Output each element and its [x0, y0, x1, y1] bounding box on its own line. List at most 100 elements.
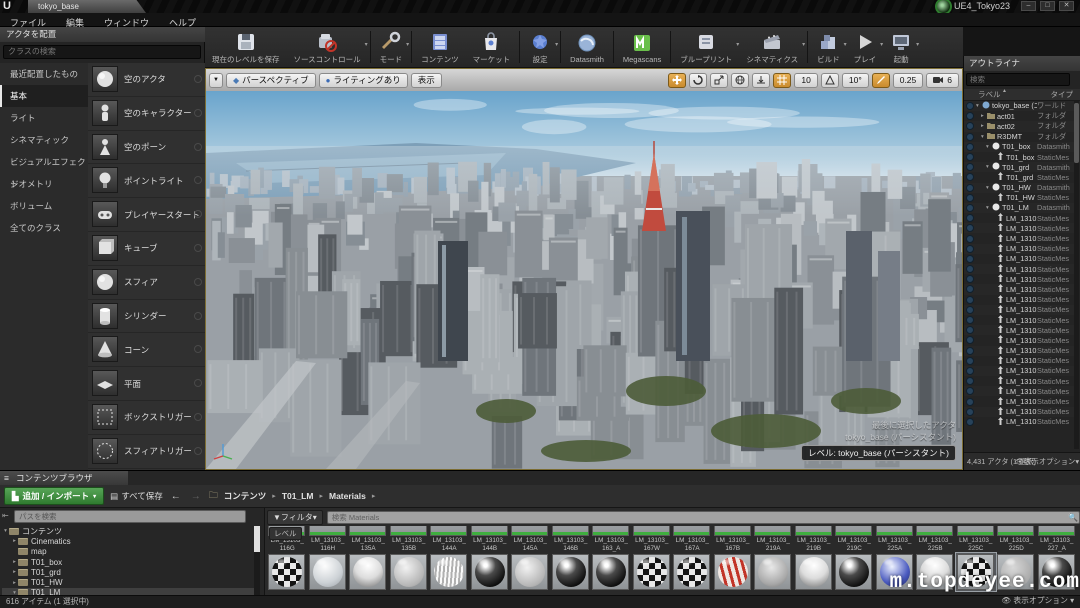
asset-116H[interactable]: LM_13103_116H	[308, 526, 349, 553]
asset-row2-10[interactable]	[672, 553, 713, 591]
asset-row2-0[interactable]	[267, 553, 308, 591]
asset-row2-11[interactable]	[713, 553, 754, 591]
asset-row2-8[interactable]	[591, 553, 632, 591]
place-actors-tab[interactable]: アクタを配置	[0, 27, 205, 42]
outliner-row[interactable]: LM_13101StaticMes	[964, 223, 1074, 233]
outliner-row[interactable]: ▾T01_LMDatasmith	[964, 203, 1074, 213]
expander-icon[interactable]: ▸	[11, 538, 18, 544]
outliner-row[interactable]: LM_13101StaticMes	[964, 254, 1074, 264]
category-6[interactable]: ボリューム	[0, 195, 88, 217]
outliner-row[interactable]: LM_13101StaticMes	[964, 295, 1074, 305]
breadcrumb-materials[interactable]: Materials	[329, 491, 366, 501]
viewport-options-dropdown[interactable]: ▼	[209, 73, 223, 88]
visibility-eye-icon[interactable]	[966, 265, 974, 273]
place-item-1[interactable]: 空のキャラクター	[88, 97, 205, 131]
chevron-down-icon[interactable]: ▾	[916, 41, 919, 48]
asset-227_A[interactable]: LM_13103_227_A	[1037, 526, 1078, 553]
visibility-eye-icon[interactable]	[966, 306, 974, 314]
close-button[interactable]: ✕	[1059, 1, 1074, 11]
visibility-eye-icon[interactable]	[966, 153, 974, 161]
folder-row-t01_hw[interactable]: ▸T01_HW	[2, 577, 257, 587]
world-space-button[interactable]	[731, 73, 749, 88]
toolbar-save-button[interactable]: 現在のレベルを保存	[205, 27, 287, 67]
asset-row2-6[interactable]	[510, 553, 551, 591]
move-tool-button[interactable]	[668, 73, 686, 88]
visibility-eye-icon[interactable]	[966, 326, 974, 334]
asset-219C[interactable]: LM_13103_219C	[834, 526, 875, 553]
visibility-eye-icon[interactable]	[966, 245, 974, 253]
outliner-row[interactable]: ▸act02フォルダ	[964, 121, 1074, 131]
toolbar-mode-button[interactable]: モード▾	[373, 27, 410, 67]
grid-snap-toggle[interactable]	[773, 73, 791, 88]
category-5[interactable]: ジオメトリ	[0, 173, 88, 195]
outliner-row[interactable]: ▾T01_HWDatasmith	[964, 183, 1074, 193]
toolbar-blueprint-button[interactable]: ブループリント▾	[673, 27, 739, 67]
asset-144B[interactable]: LM_13103_144B	[470, 526, 511, 553]
visibility-eye-icon[interactable]	[966, 347, 974, 355]
angle-snap-value[interactable]: 10°	[842, 73, 869, 88]
asset-search-input[interactable]: 検索 Materials	[327, 511, 1080, 524]
drag-handle-icon[interactable]	[194, 447, 202, 455]
outliner-row[interactable]: T01_grdStaticMes	[964, 172, 1074, 182]
asset-219A[interactable]: LM_13103_219A	[753, 526, 794, 553]
outliner-scrollbar[interactable]	[1074, 101, 1079, 449]
asset-145A[interactable]: LM_13103_145A	[510, 526, 551, 553]
drag-handle-icon[interactable]	[194, 312, 202, 320]
outliner-row[interactable]: LM_13101StaticMes	[964, 264, 1074, 274]
toolbar-play-button[interactable]: プレイ▾	[847, 27, 884, 67]
expander-icon[interactable]: ▸	[11, 569, 18, 575]
asset-167W[interactable]: LM_13103_167W	[632, 526, 673, 553]
visibility-eye-icon[interactable]	[966, 336, 974, 344]
outliner-row[interactable]: ▾R3DMTフォルダ	[964, 132, 1074, 142]
visibility-eye-icon[interactable]	[966, 285, 974, 293]
path-search-input[interactable]: パスを検索	[14, 510, 246, 523]
breadcrumb-t01lm[interactable]: T01_LM	[282, 491, 314, 501]
drag-handle-icon[interactable]	[194, 75, 202, 83]
visibility-eye-icon[interactable]	[966, 316, 974, 324]
drag-handle-icon[interactable]	[194, 413, 202, 421]
place-item-0[interactable]: 空のアクタ	[88, 63, 205, 97]
folder-row-コンテンツ[interactable]: ▾コンテンツ	[2, 526, 257, 536]
visibility-eye-icon[interactable]	[966, 102, 974, 110]
expander-icon[interactable]: ▸	[11, 559, 18, 565]
category-4[interactable]: ビジュアルエフェクト	[0, 151, 88, 173]
toolbar-build-button[interactable]: ビルド▾	[810, 27, 847, 67]
outliner-row[interactable]: ▾T01_boxDatasmith	[964, 142, 1074, 152]
chevron-down-icon[interactable]: ▾	[365, 41, 368, 48]
breadcrumb-content[interactable]: コンテンツ	[224, 490, 267, 502]
content-browser-tab[interactable]: ≡ コンテンツブラウザ	[0, 471, 128, 485]
viewport-scene[interactable]	[206, 91, 962, 469]
add-import-button[interactable]: ▙ 追加 / インポート▾	[4, 487, 104, 505]
drag-handle-icon[interactable]	[194, 379, 202, 387]
category-0[interactable]: 最近配置したもの	[0, 63, 88, 85]
visibility-eye-icon[interactable]	[966, 224, 974, 232]
outliner-row[interactable]: LM_13101StaticMes	[964, 396, 1074, 406]
outliner-row[interactable]: LM_13101StaticMes	[964, 376, 1074, 386]
asset-row2-14[interactable]	[834, 553, 875, 591]
place-item-8[interactable]: コーン	[88, 333, 205, 367]
asset-167A[interactable]: LM_13103_167A	[672, 526, 713, 553]
asset-225A[interactable]: LM_13103_225A	[875, 526, 916, 553]
folder-row-cinematics[interactable]: ▸Cinematics	[2, 536, 257, 546]
asset-row2-7[interactable]	[551, 553, 592, 591]
asset-135B[interactable]: LM_13103_135B	[389, 526, 430, 553]
folder-row-t01_grd[interactable]: ▸T01_grd	[2, 567, 257, 577]
grid-snap-value[interactable]: 10	[794, 73, 817, 88]
outliner-row[interactable]: LM_13101StaticMes	[964, 244, 1074, 254]
toolbar-megascans-button[interactable]: Megascans	[616, 27, 668, 67]
outliner-row[interactable]: ▾tokyo_base (エディタ)ワールド	[964, 101, 1074, 111]
content-view-options[interactable]: 👁 表示オプション ▾	[1001, 595, 1074, 607]
visibility-eye-icon[interactable]	[966, 214, 974, 222]
folder-row-map[interactable]: map	[2, 547, 257, 557]
rotate-tool-button[interactable]	[689, 73, 707, 88]
collapse-sources-icon[interactable]: ⇤	[2, 511, 9, 520]
drag-handle-icon[interactable]	[194, 210, 202, 218]
drag-handle-icon[interactable]	[194, 143, 202, 151]
toolbar-cinematics-button[interactable]: シネマティクス▾	[739, 27, 805, 67]
toolbar-market-button[interactable]: マーケット	[466, 27, 518, 67]
visibility-eye-icon[interactable]	[966, 275, 974, 283]
asset-row2-13[interactable]	[794, 553, 835, 591]
scale-tool-button[interactable]	[710, 73, 728, 88]
outliner-row[interactable]: LM_13101StaticMes	[964, 284, 1074, 294]
visibility-eye-icon[interactable]	[966, 173, 974, 181]
